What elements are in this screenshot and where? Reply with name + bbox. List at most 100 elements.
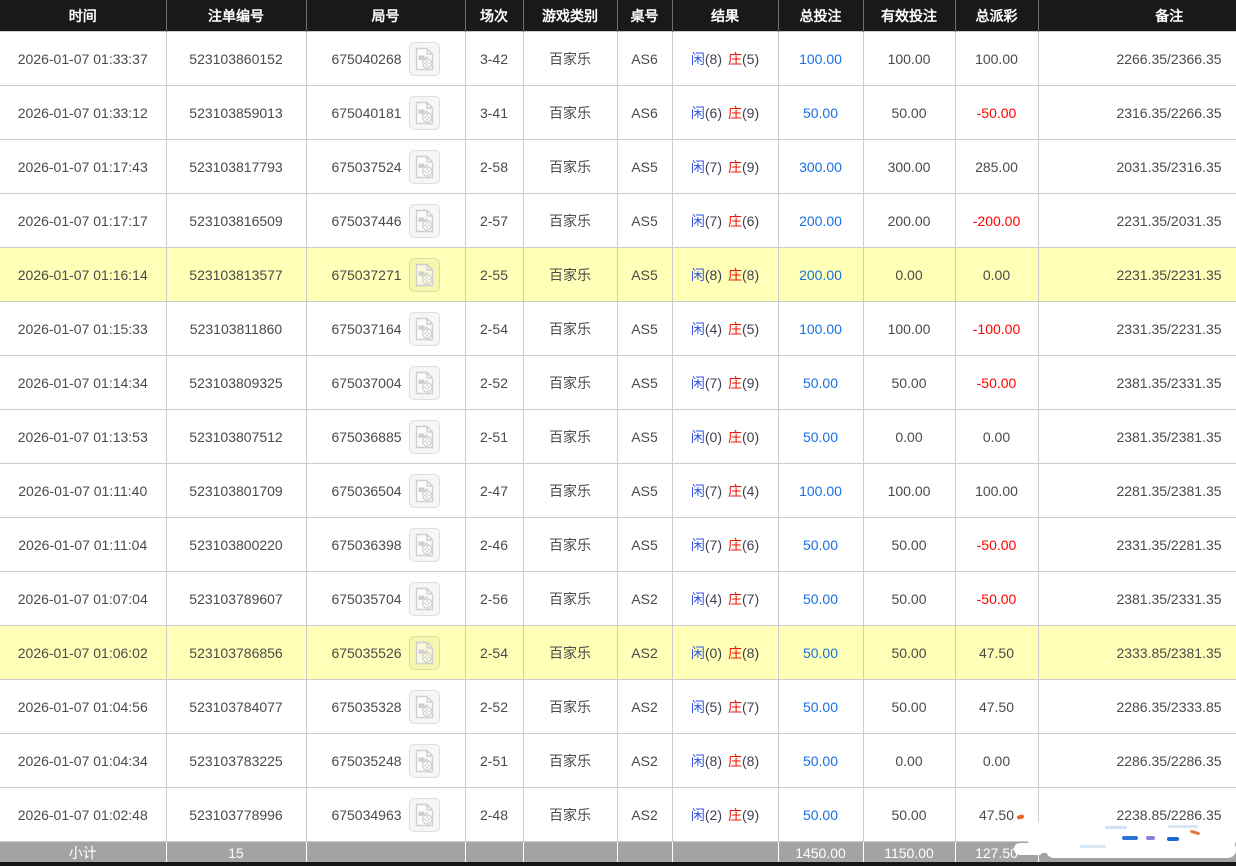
video-replay-button[interactable]	[408, 527, 440, 562]
payout-cell: -50.00	[954, 85, 1039, 140]
column-header-remark: 备注	[1037, 0, 1236, 32]
table-row[interactable]: 2026-01-07 01:14:34 523103809325 6750370…	[0, 355, 1236, 410]
banker-result-label: 庄	[728, 536, 742, 553]
player-result-points: (4)	[704, 320, 722, 337]
round-no-cell: 675037164	[305, 301, 466, 356]
player-result-points: (7)	[704, 482, 722, 499]
game-type-cell: 百家乐	[522, 787, 618, 842]
video-replay-button[interactable]	[408, 311, 440, 346]
player-result-label: 闲	[690, 536, 705, 553]
table-no-cell: AS5	[616, 517, 673, 572]
banker-result-points: (9)	[742, 806, 760, 823]
remark-cell: 2333.85/2381.35	[1037, 625, 1236, 680]
table-row[interactable]: 2026-01-07 01:11:40 523103801709 6750365…	[0, 463, 1236, 518]
round-no-value: 675037004	[331, 374, 402, 391]
table-row[interactable]: 2026-01-07 01:07:04 523103789607 6750357…	[0, 571, 1236, 626]
player-result-label: 闲	[690, 482, 705, 499]
table-no-cell: AS5	[616, 193, 673, 248]
round-no-value: 675035248	[331, 752, 402, 769]
round-no-cell: 675036885	[305, 409, 466, 464]
video-replay-button[interactable]	[408, 95, 440, 130]
bet-no-cell: 523103817793	[165, 139, 307, 194]
table-no-cell: AS2	[616, 571, 673, 626]
table-row[interactable]: 2026-01-07 01:16:14 523103813577 6750372…	[0, 247, 1236, 302]
round-no-cell: 675037446	[305, 193, 466, 248]
valid-bet-cell: 100.00	[862, 301, 956, 356]
session-cell: 2-46	[464, 517, 524, 572]
table-row[interactable]: 2026-01-07 01:04:56 523103784077 6750353…	[0, 679, 1236, 734]
payout-cell: 100.00	[954, 463, 1039, 518]
payout-cell: -50.00	[954, 355, 1039, 410]
session-cell: 2-48	[464, 787, 524, 842]
valid-bet-cell: 50.00	[862, 787, 956, 842]
banker-result-label: 庄	[728, 158, 742, 175]
remark-cell: 2331.35/2231.35	[1037, 301, 1236, 356]
video-replay-button[interactable]	[408, 365, 440, 400]
table-row[interactable]: 2026-01-07 01:17:43 523103817793 6750375…	[0, 139, 1236, 194]
round-no-cell: 675035248	[305, 733, 466, 788]
table-row[interactable]: 2026-01-07 01:33:12 523103859013 6750401…	[0, 85, 1236, 140]
round-no-value: 675037271	[331, 266, 402, 283]
table-row[interactable]: 2026-01-07 01:04:34 523103783225 6750352…	[0, 733, 1236, 788]
player-result-points: (7)	[704, 374, 722, 391]
video-file-icon	[414, 803, 435, 827]
table-row[interactable]: 2026-01-07 01:11:04 523103800220 6750363…	[0, 517, 1236, 572]
video-replay-button[interactable]	[408, 203, 440, 238]
payout-cell: 47.50	[954, 679, 1039, 734]
remark-cell: 2316.35/2266.35	[1037, 85, 1236, 140]
session-cell: 2-58	[464, 139, 524, 194]
round-no-value: 675036398	[331, 536, 402, 553]
video-replay-button[interactable]	[408, 473, 440, 508]
artifact-dash	[1080, 845, 1106, 848]
bet-no-cell: 523103786856	[165, 625, 307, 680]
game-type-cell: 百家乐	[522, 463, 618, 518]
video-file-icon	[414, 749, 435, 773]
video-replay-button[interactable]	[408, 257, 440, 292]
result-cell: 闲(2) 庄(9)	[671, 787, 779, 842]
video-replay-button[interactable]	[408, 635, 440, 670]
session-cell: 2-57	[464, 193, 524, 248]
table-row[interactable]: 2026-01-07 01:17:17 523103816509 6750374…	[0, 193, 1236, 248]
remark-cell: 2286.35/2286.35	[1037, 733, 1236, 788]
subtotal-valid-bet: 1150.00	[862, 841, 955, 863]
video-file-icon	[414, 155, 435, 179]
total-bet-cell: 50.00	[777, 517, 864, 572]
player-result-points: (0)	[704, 644, 722, 661]
valid-bet-cell: 100.00	[862, 463, 956, 518]
time-cell: 2026-01-07 01:33:12	[0, 85, 167, 140]
payout-cell: -50.00	[954, 517, 1039, 572]
game-type-cell: 百家乐	[522, 301, 618, 356]
result-cell: 闲(8) 庄(8)	[671, 247, 779, 302]
table-row[interactable]: 2026-01-07 01:06:02 523103786856 6750355…	[0, 625, 1236, 680]
valid-bet-cell: 50.00	[862, 85, 956, 140]
video-replay-button[interactable]	[408, 797, 440, 832]
video-replay-button[interactable]	[408, 149, 440, 184]
bet-no-cell: 523103783225	[165, 733, 307, 788]
video-replay-button[interactable]	[408, 581, 440, 616]
video-replay-button[interactable]	[408, 689, 440, 724]
bet-no-cell: 523103809325	[165, 355, 307, 410]
round-no-value: 675037446	[331, 212, 402, 229]
total-bet-cell: 200.00	[777, 247, 864, 302]
banker-result-points: (6)	[742, 536, 760, 553]
video-replay-button[interactable]	[408, 743, 440, 778]
result-cell: 闲(8) 庄(8)	[671, 733, 779, 788]
video-replay-button[interactable]	[408, 41, 440, 76]
table-no-cell: AS5	[616, 247, 673, 302]
table-row[interactable]: 2026-01-07 01:15:33 523103811860 6750371…	[0, 301, 1236, 356]
video-file-icon	[414, 371, 435, 395]
round-no-value: 675034963	[331, 806, 402, 823]
round-no-value: 675040181	[331, 104, 402, 121]
table-row[interactable]: 2026-01-07 01:33:37 523103860152 6750402…	[0, 31, 1236, 86]
video-replay-button[interactable]	[408, 419, 440, 454]
banker-result-points: (8)	[742, 752, 760, 769]
player-result-label: 闲	[690, 158, 705, 175]
banker-result-label: 庄	[728, 320, 742, 337]
bet-no-cell: 523103811860	[165, 301, 307, 356]
table-row[interactable]: 2026-01-07 01:13:53 523103807512 6750368…	[0, 409, 1236, 464]
session-cell: 2-54	[464, 625, 524, 680]
column-header-table-no: 桌号	[616, 0, 672, 32]
player-result-label: 闲	[690, 104, 705, 121]
table-no-cell: AS2	[616, 787, 673, 842]
subtotal-empty-round	[305, 841, 465, 863]
